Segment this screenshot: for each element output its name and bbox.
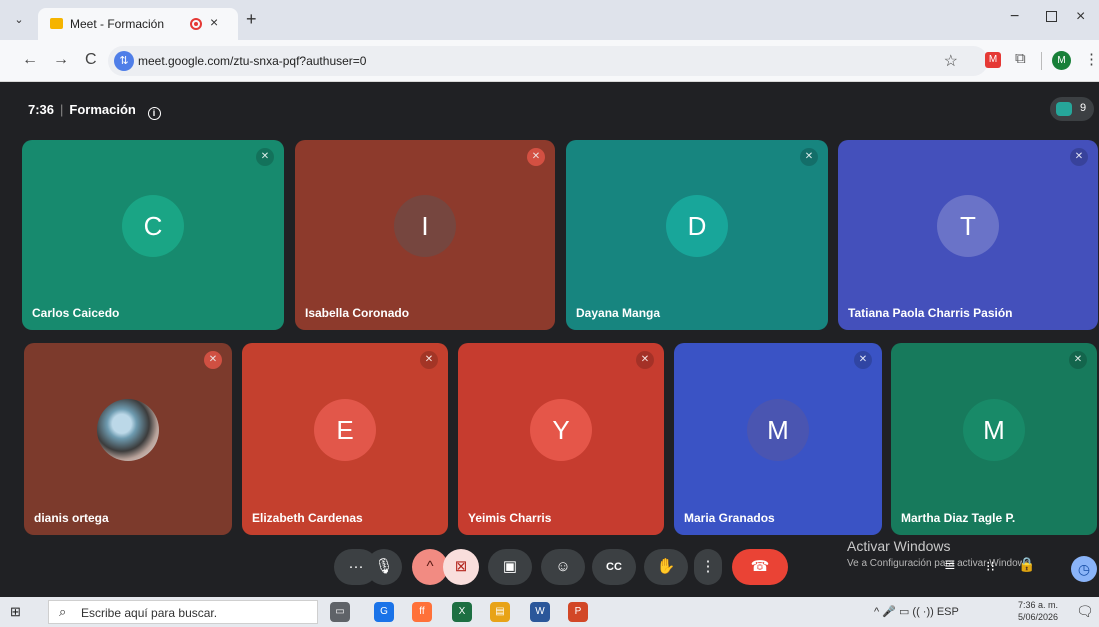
leave-call-button[interactable]: ☎ — [732, 549, 788, 585]
participant-avatar: I — [394, 195, 456, 257]
participant-name: Carlos Caicedo — [32, 306, 120, 320]
taskbar-app-icon[interactable]: ▤ — [490, 602, 510, 622]
extensions-puzzle-icon[interactable]: ⧉ — [1015, 50, 1026, 67]
participant-avatar: E — [314, 399, 376, 461]
windows-taskbar: ⊞ ⌕ Escribe aquí para buscar. ▭ Gff X ▤ W P ^… — [0, 597, 1099, 627]
muted-mic-icon: ✕ — [527, 148, 545, 166]
camera-off-button[interactable]: ⊠ — [443, 549, 479, 585]
participants-button[interactable]: 9 — [1050, 97, 1094, 121]
address-bar[interactable]: ⇅ meet.google.com/ztu-snxa-pqf?authuser=… — [108, 46, 988, 76]
recording-icon — [190, 18, 202, 30]
activation-watermark-title: Activar Windows — [847, 538, 951, 554]
participant-avatar: C — [122, 195, 184, 257]
muted-mic-icon: ✕ — [256, 148, 274, 166]
participant-tile[interactable]: ✕ M Martha Diaz Tagle P. — [891, 343, 1097, 535]
forward-button[interactable]: → — [53, 51, 69, 69]
taskbar-app-icon[interactable]: ff — [412, 602, 432, 622]
toolbar-divider — [1041, 52, 1042, 70]
new-tab-button[interactable]: + — [246, 9, 257, 30]
participant-tile[interactable]: ✕ C Carlos Caicedo — [22, 140, 284, 330]
search-icon: ⌕ — [59, 604, 67, 619]
present-screen-button[interactable]: ▣ — [488, 549, 532, 585]
maximize-button[interactable] — [1046, 11, 1057, 22]
tab-search-icon[interactable]: ⌄ — [8, 10, 30, 30]
browser-toolbar: ← → C ⇅ meet.google.com/ztu-snxa-pqf?aut… — [0, 40, 1099, 82]
muted-mic-icon: ✕ — [854, 351, 872, 369]
muted-mic-icon: ✕ — [636, 351, 654, 369]
participant-name: Dayana Manga — [576, 306, 661, 320]
browser-tab[interactable]: Meet - Formación × — [38, 8, 238, 40]
taskbar-time[interactable]: 7:36 a. m. — [1018, 600, 1058, 610]
muted-mic-icon: ✕ — [1070, 148, 1088, 166]
close-window-button[interactable]: × — [1076, 8, 1085, 26]
participant-name: Tatiana Paola Charris Pasión — [848, 306, 1013, 320]
participant-tile[interactable]: ✕ M Maria Granados — [674, 343, 882, 535]
meeting-header: 7:36 | Formación i — [28, 102, 161, 120]
browser-menu-icon[interactable]: ⋮ — [1084, 50, 1099, 68]
participant-tile[interactable]: ✕ D Dayana Manga — [566, 140, 828, 330]
participant-name: Isabella Coronado — [305, 306, 410, 320]
participant-tile[interactable]: ✕ I Isabella Coronado — [295, 140, 555, 330]
taskbar-app-icon[interactable]: X — [452, 602, 472, 622]
timer-icon[interactable]: ◷ — [1071, 556, 1097, 582]
extension-icon[interactable]: M — [985, 52, 1001, 68]
participant-photo-avatar — [97, 399, 159, 461]
windows-start-icon[interactable]: ⊞ — [10, 604, 21, 620]
participant-avatar: T — [937, 195, 999, 257]
participant-tile[interactable]: ✕ dianis ortega — [24, 343, 232, 535]
tab-title: Meet - Formación — [70, 17, 165, 31]
participant-avatar: D — [666, 195, 728, 257]
search-placeholder: Escribe aquí para buscar. — [81, 606, 218, 620]
participant-tile[interactable]: ✕ Y Yeimis Charris — [458, 343, 664, 535]
activation-watermark-text: Ve a Configuración para activar Windows. — [847, 558, 1033, 569]
meeting-time: 7:36 — [28, 102, 55, 117]
muted-mic-icon: ✕ — [204, 351, 222, 369]
profile-avatar[interactable]: M — [1052, 51, 1071, 70]
people-icon — [1056, 102, 1072, 116]
browser-tab-bar: ⌄ Meet - Formación × + − × — [0, 0, 1099, 40]
site-info-icon[interactable]: ⇅ — [114, 51, 134, 71]
reload-button[interactable]: C — [85, 51, 97, 69]
raise-hand-button[interactable]: ✋ — [644, 549, 688, 585]
system-tray[interactable]: ^ 🎤 ▭ (( ·)) ESP — [874, 605, 959, 618]
tab-close-icon[interactable]: × — [210, 14, 218, 30]
muted-mic-icon: ✕ — [800, 148, 818, 166]
participant-avatar: Y — [530, 399, 592, 461]
header-divider: | — [60, 102, 64, 117]
participant-name: dianis ortega — [34, 511, 109, 525]
taskbar-app-icon[interactable]: G — [374, 602, 394, 622]
captions-button[interactable]: CC — [592, 549, 636, 585]
reactions-button[interactable]: ☺ — [541, 549, 585, 585]
minimize-button[interactable]: − — [1010, 8, 1019, 26]
taskbar-search-input[interactable]: ⌕ Escribe aquí para buscar. — [48, 600, 318, 624]
meet-favicon-icon — [50, 18, 63, 29]
url-text[interactable]: meet.google.com/ztu-snxa-pqf?authuser=0 — [138, 54, 366, 68]
participant-count: 9 — [1080, 102, 1087, 114]
more-options-button[interactable]: ⋮ — [694, 549, 722, 585]
participant-name: Yeimis Charris — [468, 511, 552, 525]
taskbar-app-icon[interactable]: ▭ — [330, 602, 350, 622]
muted-mic-icon: ✕ — [420, 351, 438, 369]
participant-tile[interactable]: ✕ T Tatiana Paola Charris Pasión — [838, 140, 1098, 330]
activities-grid-icon[interactable]: ⁝⁝ — [986, 558, 995, 575]
participant-avatar: M — [747, 399, 809, 461]
taskbar-date[interactable]: 5/06/2026 — [1018, 612, 1058, 622]
taskbar-app-icon[interactable]: P — [568, 602, 588, 622]
meeting-info-icon[interactable]: i — [147, 107, 161, 120]
participant-avatar: M — [963, 399, 1025, 461]
microphone-button[interactable]: 🎙 — [366, 549, 402, 585]
bookmark-star-icon[interactable]: ☆ — [944, 51, 958, 71]
back-button[interactable]: ← — [22, 51, 38, 69]
chat-icon[interactable]: ≣ — [944, 556, 956, 573]
taskbar-app-icon[interactable]: W — [530, 602, 550, 622]
participant-name: Elizabeth Cardenas — [252, 511, 363, 525]
host-controls-lock-icon[interactable]: 🔒 — [1018, 556, 1035, 573]
muted-mic-icon: ✕ — [1069, 351, 1087, 369]
participant-tile[interactable]: ✕ E Elizabeth Cardenas — [242, 343, 448, 535]
notifications-icon[interactable]: 🗨 — [1076, 603, 1094, 620]
participant-name: Martha Diaz Tagle P. — [901, 511, 1016, 525]
participant-name: Maria Granados — [684, 511, 775, 525]
meeting-title: Formación — [69, 102, 136, 117]
